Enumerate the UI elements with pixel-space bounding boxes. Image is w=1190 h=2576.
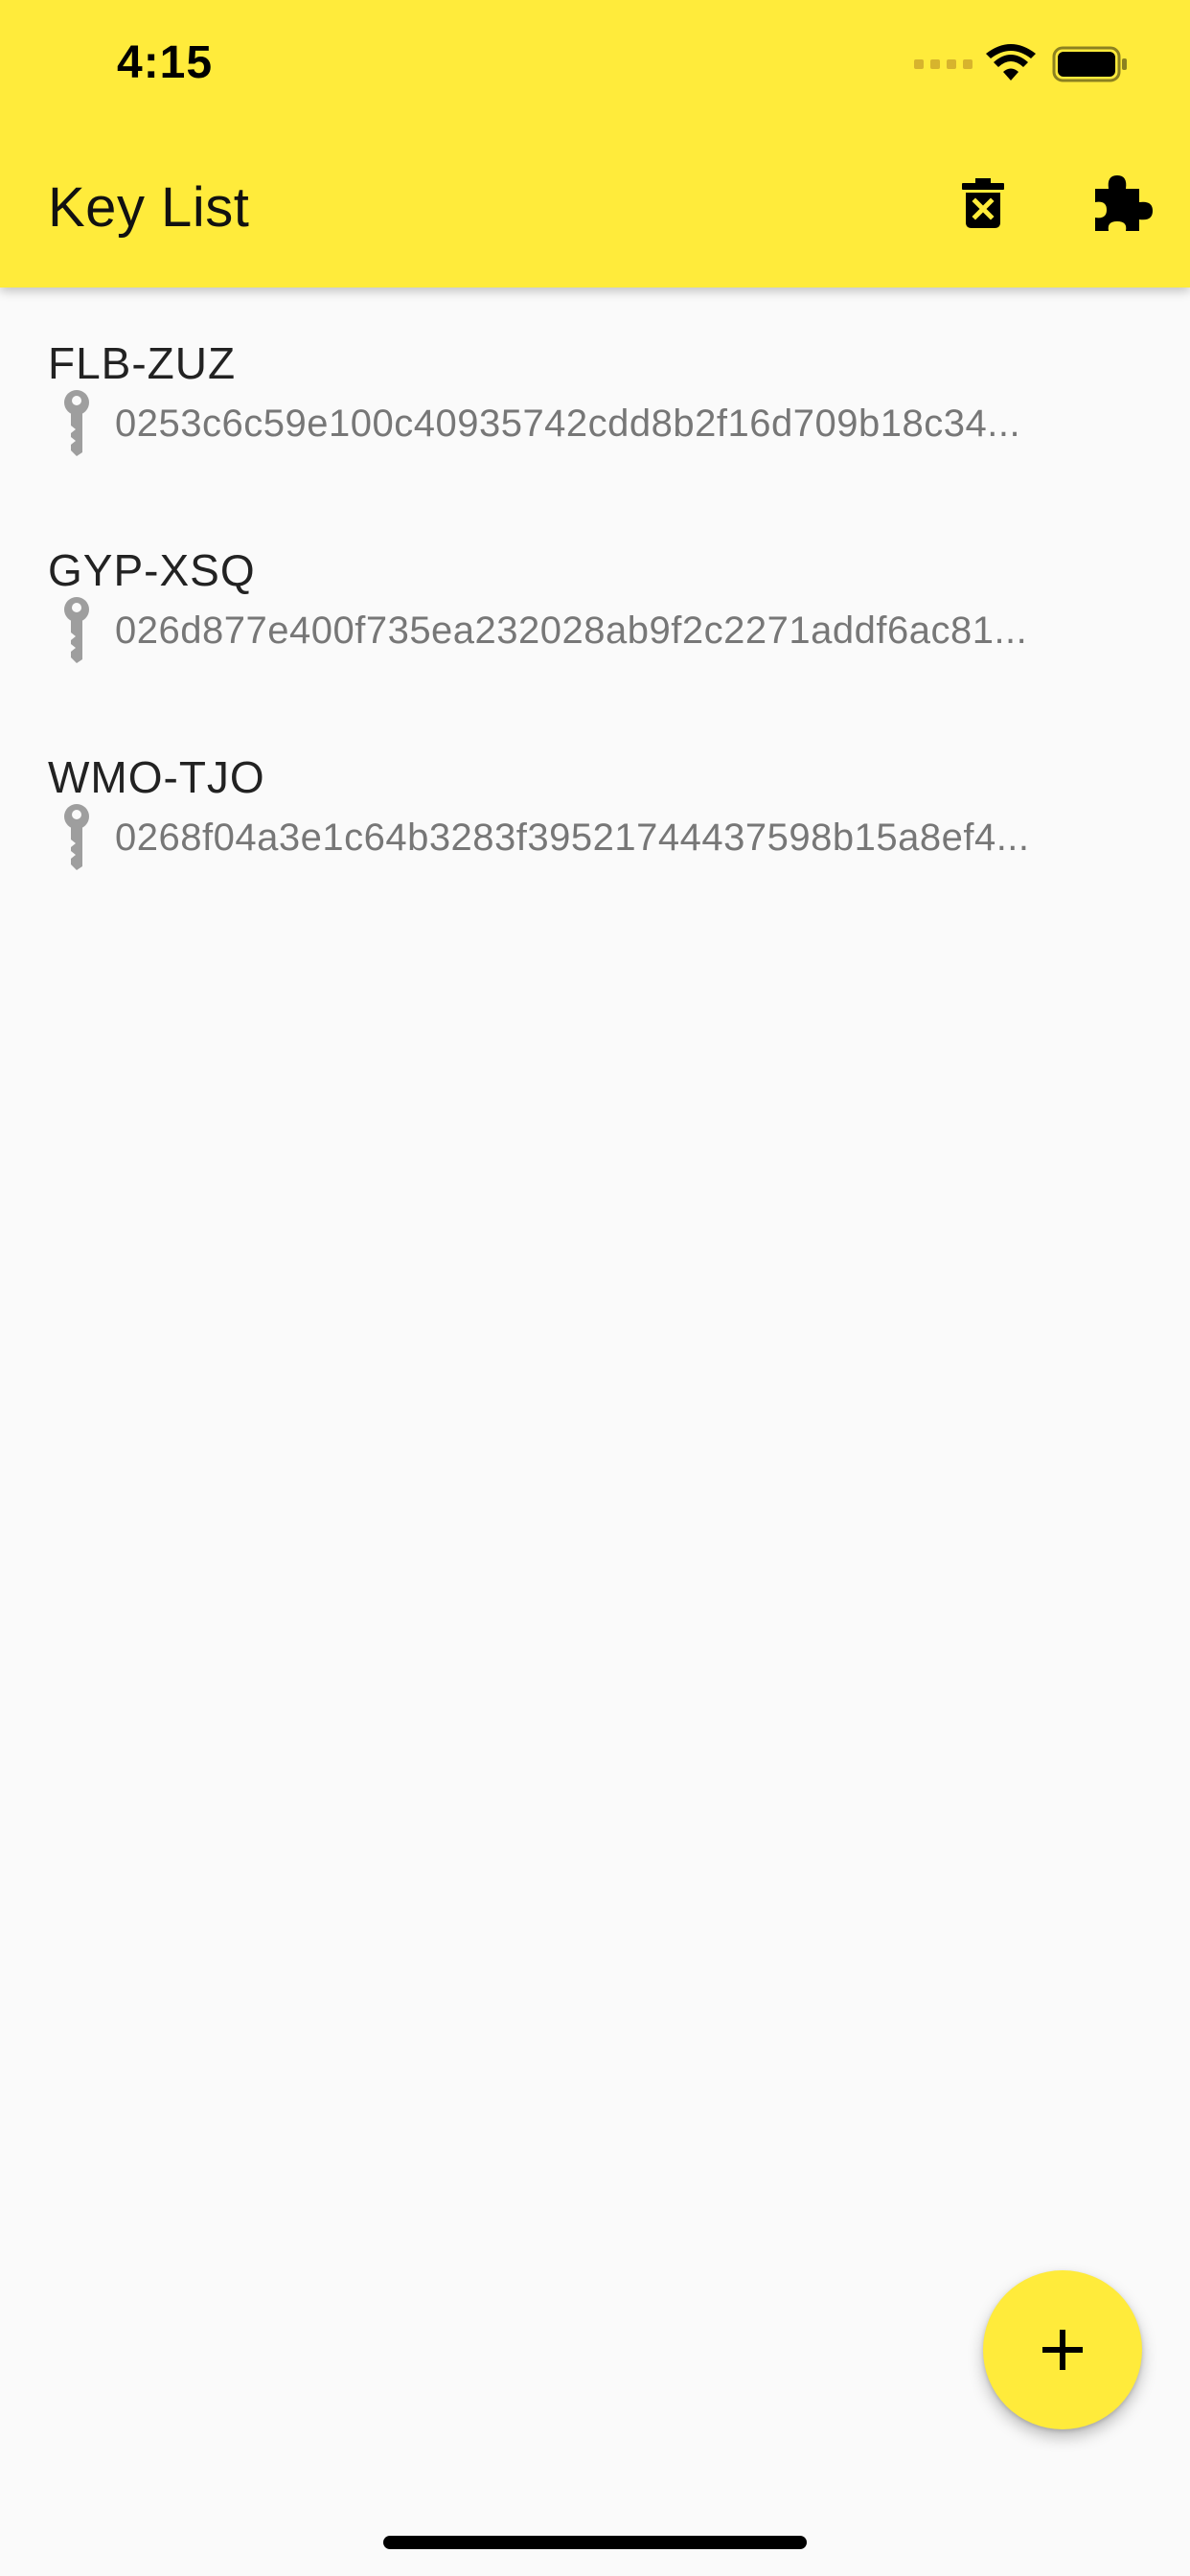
add-key-button[interactable] xyxy=(983,2270,1142,2429)
home-indicator xyxy=(383,2536,807,2549)
key-icon xyxy=(64,390,89,456)
page-title: Key List xyxy=(48,176,250,239)
key-name: FLB-ZUZ xyxy=(48,338,237,388)
puzzle-extension-icon xyxy=(1095,175,1153,231)
plugins-button[interactable] xyxy=(1087,169,1156,238)
delete-forever-icon xyxy=(962,178,1004,228)
key-name: WMO-TJO xyxy=(48,752,265,802)
app-bar: 4:15 Key List xyxy=(0,0,1190,288)
key-name: GYP-XSQ xyxy=(48,545,256,595)
list-item[interactable]: WMO-TJO 0268f04a3e1c64b3283f395217444375… xyxy=(0,702,1190,908)
battery-icon xyxy=(1052,46,1127,82)
list-item[interactable]: FLB-ZUZ 0253c6c59e100c40935742cdd8b2f16d… xyxy=(0,288,1190,494)
add-icon xyxy=(1042,2330,1083,2370)
key-value: 0253c6c59e100c40935742cdd8b2f16d709b18c3… xyxy=(115,402,1021,445)
cellular-signal-icon xyxy=(914,59,973,69)
key-icon xyxy=(64,597,89,663)
delete-all-button[interactable] xyxy=(949,169,1018,238)
status-time: 4:15 xyxy=(117,37,214,88)
wifi-icon xyxy=(986,44,1036,80)
key-value: 026d877e400f735ea232028ab9f2c2271addf6ac… xyxy=(115,610,1028,652)
key-list: FLB-ZUZ 0253c6c59e100c40935742cdd8b2f16d… xyxy=(0,288,1190,908)
list-item[interactable]: GYP-XSQ 026d877e400f735ea232028ab9f2c227… xyxy=(0,494,1190,702)
key-icon xyxy=(64,804,89,870)
key-value: 0268f04a3e1c64b3283f39521744437598b15a8e… xyxy=(115,816,1030,859)
